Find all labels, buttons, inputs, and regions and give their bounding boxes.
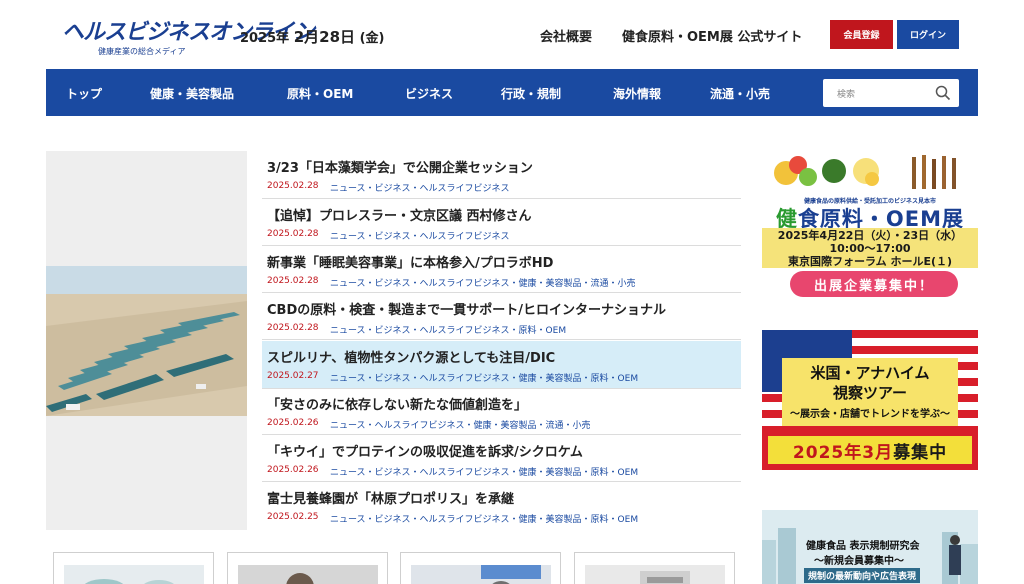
expo-hours: 10:00～17:00 xyxy=(829,242,911,255)
tour-recruit-band: 2025年3月 募集中 xyxy=(762,430,978,470)
article-thumbnail xyxy=(64,565,204,584)
news-item[interactable]: 富士見養蜂園が「林原プロポリス」を承継 2025.02.25 ニュース・ビジネス… xyxy=(262,482,741,529)
news-date: 2025.02.26 xyxy=(267,465,319,475)
register-button[interactable]: 会員登録 xyxy=(830,20,893,49)
news-item-highlighted[interactable]: スピルリナ、植物性タンパク源としても注目/DIC 2025.02.27 ニュース… xyxy=(262,341,741,388)
news-item[interactable]: CBDの原料・検査・製造まで一貫サポート/ヒロインターナショナル 2025.02… xyxy=(262,293,741,340)
company-link[interactable]: 会社概要 xyxy=(540,26,592,45)
news-date: 2025.02.27 xyxy=(267,371,319,381)
news-item[interactable]: 「安さのみに依存しない新たな価値創造を」 2025.02.26 ニュース・ヘルス… xyxy=(262,388,741,435)
news-title[interactable]: 「安さのみに依存しない新たな価値創造を」 xyxy=(267,394,527,413)
tour-recruit-status: 募集中 xyxy=(893,442,948,463)
exhibitor-recruit-button[interactable]: 出展企業募集中！ xyxy=(790,271,958,297)
news-date: 2025.02.28 xyxy=(267,276,319,286)
expo-banner[interactable]: 健康食品の原料供給・受託加工のビジネス見本市 健食原料・OEM展 2025年4月… xyxy=(762,151,978,311)
article-thumbnail xyxy=(585,565,725,584)
news-date: 2025.02.28 xyxy=(267,323,319,333)
news-title[interactable]: 【追悼】プロレスラー・文京区議 西村修さん xyxy=(267,205,532,224)
article-card[interactable] xyxy=(400,552,561,584)
news-title[interactable]: 新事業「睡眠美容事業」に本格参入/プロラボHD xyxy=(267,252,553,271)
tour-title: 視察ツアー xyxy=(832,384,908,402)
search-icon[interactable] xyxy=(935,85,951,101)
news-categories[interactable]: ニュース・ビジネス・ヘルスライフビジネス・原料・OEM xyxy=(330,323,566,336)
expo-details: 2025年4月22日（火）・23日（水） 10:00～17:00 東京国際フォー… xyxy=(762,228,978,268)
news-categories[interactable]: ニュース・ビジネス・ヘルスライフビジネス・健康・美容製品・原料・OEM xyxy=(330,465,638,478)
us-tour-banner[interactable]: 米国・アナハイム 視察ツアー ～展示会・店舗でトレンドを学ぶ～ 2025年3月募… xyxy=(762,330,978,492)
news-title[interactable]: スピルリナ、植物性タンパク源としても注目/DIC xyxy=(267,347,555,366)
nav-health-beauty[interactable]: 健康・美容製品 xyxy=(150,85,234,102)
login-button[interactable]: ログイン xyxy=(897,20,959,49)
tour-recruit-month: 2025年3月 xyxy=(792,442,894,463)
news-date: 2025.02.26 xyxy=(267,418,319,428)
news-categories[interactable]: ニュース・ビジネス・ヘルスライフビジネス・健康・美容製品・流通・小売 xyxy=(330,276,636,289)
news-title[interactable]: 富士見養蜂園が「林原プロポリス」を承継 xyxy=(267,488,514,507)
expo-venue: 東京国際フォーラム ホールE(１) xyxy=(787,255,953,268)
news-categories[interactable]: ニュース・ビジネス・ヘルスライフビジネス・健康・美容製品・原料・OEM xyxy=(330,371,638,384)
current-date: 2025年 2月28日 (金) xyxy=(240,26,384,47)
logo-wordmark: ヘルスビジネスオンライン xyxy=(62,20,315,45)
nav-top[interactable]: トップ xyxy=(66,85,102,102)
logo-tagline: 健康産業の総合メディア xyxy=(98,47,186,56)
expo-site-link[interactable]: 健食原料・OEM展 公式サイト xyxy=(622,26,802,45)
study-topic: 規制の最新動向や広告表現 xyxy=(804,568,921,583)
labeling-study-banner[interactable]: 健康食品 表示規制研究会 ～新規会員募集中～ 規制の最新動向や広告表現 xyxy=(762,510,978,584)
article-card[interactable] xyxy=(227,552,388,584)
news-categories[interactable]: ニュース・ビジネス・ヘルスライフビジネス・健康・美容製品・原料・OEM xyxy=(330,512,638,525)
news-date: 2025.02.25 xyxy=(267,512,319,522)
nav-retail[interactable]: 流通・小売 xyxy=(710,85,770,102)
nav-business[interactable]: ビジネス xyxy=(405,85,453,102)
news-date: 2025.02.28 xyxy=(267,181,319,191)
news-title[interactable]: CBDの原料・検査・製造まで一貫サポート/ヒロインターナショナル xyxy=(267,299,666,318)
ingredients-photo-strip xyxy=(774,155,956,189)
site-logo[interactable]: ヘルスビジネスオンライン 健康産業の総合メディア xyxy=(62,14,315,58)
expo-dates: 2025年4月22日（火）・23日（水） xyxy=(777,229,963,242)
date-weekday: (金) xyxy=(359,31,385,46)
article-card[interactable] xyxy=(53,552,214,584)
article-thumbnail xyxy=(238,565,378,584)
article-card[interactable] xyxy=(574,552,735,584)
news-date: 2025.02.28 xyxy=(267,229,319,239)
search-placeholder: 検索 xyxy=(837,90,856,100)
nav-overseas[interactable]: 海外情報 xyxy=(613,85,661,102)
news-categories[interactable]: ニュース・ビジネス・ヘルスライフビジネス xyxy=(330,229,510,242)
search-input[interactable]: 検索 xyxy=(823,79,959,107)
nav-regulation[interactable]: 行政・規制 xyxy=(501,85,561,102)
tour-recruit-label[interactable]: 2025年3月 募集中 xyxy=(768,436,972,464)
study-recruit: ～新規会員募集中～ xyxy=(814,556,904,567)
divider xyxy=(262,339,741,340)
spirulina-farm-photo xyxy=(46,266,247,416)
featured-article-image[interactable] xyxy=(46,151,247,530)
study-title: 健康食品 表示規制研究会 xyxy=(806,541,920,552)
news-title[interactable]: 3/23「日本藻類学会」で公開企業セッション xyxy=(267,157,533,176)
nav-materials-oem[interactable]: 原料・OEM xyxy=(287,85,353,102)
date-year: 2025年 xyxy=(240,31,290,46)
tour-destination: 米国・アナハイム xyxy=(810,364,930,382)
news-item[interactable]: 【追悼】プロレスラー・文京区議 西村修さん 2025.02.28 ニュース・ビジ… xyxy=(262,199,741,246)
tour-tagline: ～展示会・店舗でトレンドを学ぶ～ xyxy=(790,409,950,420)
date-month-day: 2月28日 xyxy=(293,28,356,46)
news-item[interactable]: 3/23「日本藻類学会」で公開企業セッション 2025.02.28 ニュース・ビ… xyxy=(262,151,741,198)
news-item[interactable]: 「キウイ」でプロテインの吸収促進を訴求/シクロケム 2025.02.26 ニュー… xyxy=(262,435,741,482)
news-title[interactable]: 「キウイ」でプロテインの吸収促進を訴求/シクロケム xyxy=(267,441,583,460)
news-categories[interactable]: ニュース・ビジネス・ヘルスライフビジネス xyxy=(330,181,510,194)
article-thumbnail xyxy=(411,565,551,584)
news-item[interactable]: 新事業「睡眠美容事業」に本格参入/プロラボHD 2025.02.28 ニュース・… xyxy=(262,246,741,293)
news-categories[interactable]: ニュース・ヘルスライフビジネス・健康・美容製品・流通・小売 xyxy=(330,418,591,431)
